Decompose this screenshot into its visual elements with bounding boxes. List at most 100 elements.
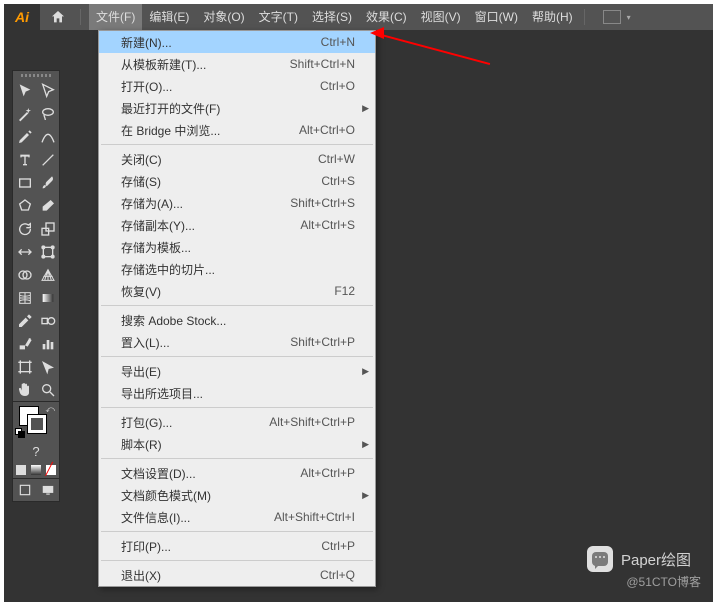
menu-item[interactable]: 恢复(V)F12	[99, 280, 375, 302]
submenu-arrow-icon: ▶	[362, 366, 369, 377]
color-mode-icon[interactable]	[13, 462, 28, 478]
menu-item[interactable]: 退出(X)Ctrl+Q	[99, 564, 375, 586]
menu-item-shortcut: Ctrl+S	[321, 174, 355, 188]
shaper-tool-icon[interactable]	[13, 194, 36, 217]
screen-mode-icon[interactable]	[36, 479, 59, 501]
menu-item-label: 文件信息(I)...	[121, 509, 274, 526]
menu-item[interactable]: 存储为(A)...Shift+Ctrl+S	[99, 192, 375, 214]
rotate-tool-icon[interactable]	[13, 217, 36, 240]
menu-item[interactable]: 最近打开的文件(F)▶	[99, 97, 375, 119]
menu-item-shortcut: Ctrl+Q	[320, 568, 355, 582]
menu-item-label: 置入(L)...	[121, 334, 290, 351]
menu-item[interactable]: 文档设置(D)...Alt+Ctrl+P	[99, 462, 375, 484]
menubar-extras: ▾	[603, 10, 631, 24]
menu-item-label: 存储为模板...	[121, 239, 361, 256]
menu-item[interactable]: 搜索 Adobe Stock...	[99, 309, 375, 331]
menubar-item[interactable]: 窗口(W)	[468, 4, 525, 30]
line-tool-icon[interactable]	[36, 148, 59, 171]
menubar-item[interactable]: 视图(V)	[414, 4, 468, 30]
workspace-switcher-icon[interactable]	[603, 10, 621, 24]
gradient-mode-icon[interactable]	[28, 462, 43, 478]
lasso-tool-icon[interactable]	[36, 102, 59, 125]
hand-tool-icon[interactable]	[13, 378, 36, 401]
home-icon[interactable]	[40, 4, 76, 30]
pen-tool-icon[interactable]	[13, 125, 36, 148]
menubar-item[interactable]: 选择(S)	[305, 4, 359, 30]
menu-item-label: 存储为(A)...	[121, 195, 290, 212]
menubar-item[interactable]: 对象(O)	[196, 4, 251, 30]
menu-item[interactable]: 存储(S)Ctrl+S	[99, 170, 375, 192]
submenu-arrow-icon: ▶	[362, 439, 369, 450]
menu-item[interactable]: 新建(N)...Ctrl+N	[99, 31, 375, 53]
menu-item[interactable]: 导出(E)▶	[99, 360, 375, 382]
perspective-grid-tool-icon[interactable]	[36, 263, 59, 286]
shape-builder-tool-icon[interactable]	[13, 263, 36, 286]
menu-item[interactable]: 打开(O)...Ctrl+O	[99, 75, 375, 97]
menubar-item[interactable]: 帮助(H)	[525, 4, 580, 30]
menu-item[interactable]: 打印(P)...Ctrl+P	[99, 535, 375, 557]
blend-tool-icon[interactable]	[36, 309, 59, 332]
menu-separator	[101, 144, 373, 145]
symbol-sprayer-tool-icon[interactable]	[13, 332, 36, 355]
menu-item[interactable]: 打包(G)...Alt+Shift+Ctrl+P	[99, 411, 375, 433]
submenu-arrow-icon: ▶	[362, 490, 369, 501]
default-fill-stroke-icon[interactable]	[15, 428, 25, 438]
menu-item[interactable]: 导出所选项目...	[99, 382, 375, 404]
quick-mode-button[interactable]: ?	[13, 440, 59, 462]
menu-separator	[101, 531, 373, 532]
menu-item-label: 新建(N)...	[121, 34, 321, 51]
chevron-down-icon[interactable]: ▾	[627, 13, 631, 22]
magic-wand-tool-icon[interactable]	[13, 102, 36, 125]
gradient-tool-icon[interactable]	[36, 286, 59, 309]
artboard-tool-icon[interactable]	[13, 355, 36, 378]
zoom-tool-icon[interactable]	[36, 378, 59, 401]
menu-item-label: 打印(P)...	[121, 538, 321, 555]
slice-tool-icon[interactable]	[36, 355, 59, 378]
file-menu-dropdown: 新建(N)...Ctrl+N从模板新建(T)...Shift+Ctrl+N打开(…	[98, 30, 376, 587]
stroke-swatch[interactable]	[27, 414, 47, 434]
menubar-item[interactable]: 文字(T)	[252, 4, 305, 30]
eraser-tool-icon[interactable]	[36, 194, 59, 217]
eyedropper-tool-icon[interactable]	[13, 309, 36, 332]
menu-item[interactable]: 文档颜色模式(M)▶	[99, 484, 375, 506]
menu-item-label: 存储副本(Y)...	[121, 217, 300, 234]
selection-tool-icon[interactable]	[13, 79, 36, 102]
curvature-tool-icon[interactable]	[36, 125, 59, 148]
draw-mode-icon[interactable]	[13, 479, 36, 501]
menu-item[interactable]: 从模板新建(T)...Shift+Ctrl+N	[99, 53, 375, 75]
menu-item-label: 导出(E)	[121, 363, 361, 380]
menu-item[interactable]: 存储副本(Y)...Alt+Ctrl+S	[99, 214, 375, 236]
none-mode-icon[interactable]: ╱	[43, 462, 58, 478]
menu-item-label: 从模板新建(T)...	[121, 56, 290, 73]
menu-item-shortcut: Shift+Ctrl+N	[290, 57, 355, 71]
width-tool-icon[interactable]	[13, 240, 36, 263]
menu-item-label: 搜索 Adobe Stock...	[121, 312, 361, 329]
menu-item[interactable]: 存储为模板...	[99, 236, 375, 258]
menu-item[interactable]: 置入(L)...Shift+Ctrl+P	[99, 331, 375, 353]
direct-selection-tool-icon[interactable]	[36, 79, 59, 102]
free-transform-tool-icon[interactable]	[36, 240, 59, 263]
menu-item[interactable]: 脚本(R)▶	[99, 433, 375, 455]
menu-item-shortcut: Ctrl+P	[321, 539, 355, 553]
menubar-item[interactable]: 效果(C)	[359, 4, 414, 30]
fill-stroke-swatches[interactable]: ⤺	[13, 402, 59, 440]
menu-item-label: 导出所选项目...	[121, 385, 361, 402]
menu-item[interactable]: 在 Bridge 中浏览...Alt+Ctrl+O	[99, 119, 375, 141]
menu-item-label: 打包(G)...	[121, 414, 269, 431]
menu-separator	[101, 458, 373, 459]
column-graph-tool-icon[interactable]	[36, 332, 59, 355]
menubar-item[interactable]: 编辑(E)	[142, 4, 196, 30]
swap-fill-stroke-icon[interactable]: ⤺	[45, 404, 55, 415]
panel-drag-handle[interactable]	[13, 71, 59, 79]
paintbrush-tool-icon[interactable]	[36, 171, 59, 194]
menu-item[interactable]: 文件信息(I)...Alt+Shift+Ctrl+I	[99, 506, 375, 528]
scale-tool-icon[interactable]	[36, 217, 59, 240]
type-tool-icon[interactable]	[13, 148, 36, 171]
menu-item[interactable]: 关闭(C)Ctrl+W	[99, 148, 375, 170]
tools-panel: ⤺ ? ╱	[12, 70, 60, 502]
mesh-tool-icon[interactable]	[13, 286, 36, 309]
menubar-item[interactable]: 文件(F)	[89, 4, 142, 30]
menu-item[interactable]: 存储选中的切片...	[99, 258, 375, 280]
menu-separator	[101, 560, 373, 561]
rectangle-tool-icon[interactable]	[13, 171, 36, 194]
